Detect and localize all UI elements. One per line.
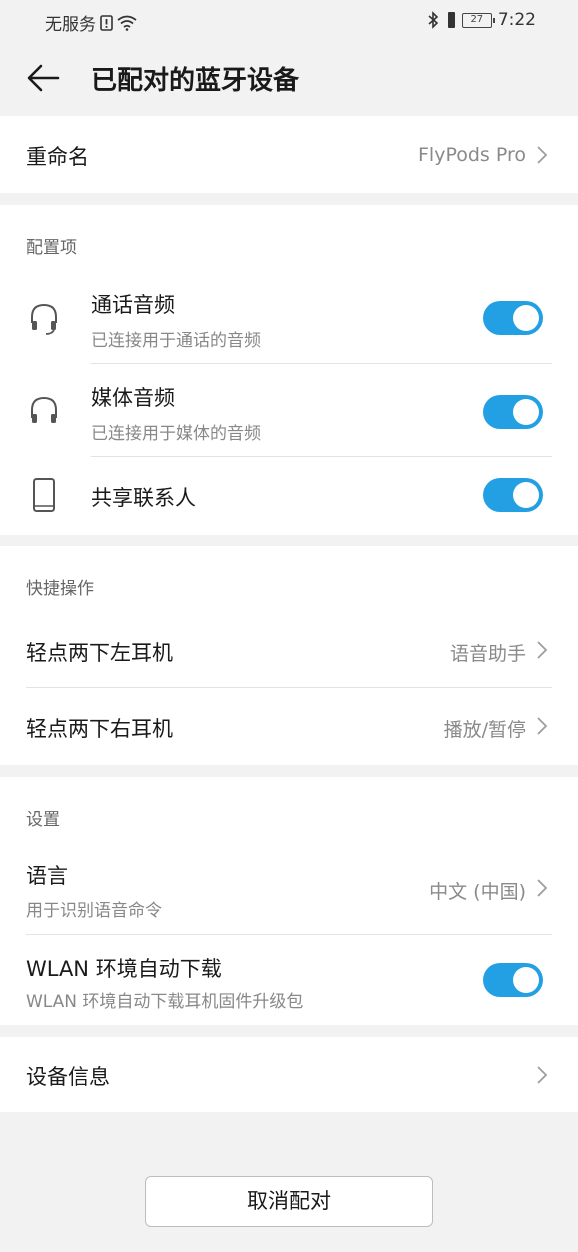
status-right: 27 7:22 bbox=[426, 10, 536, 30]
arrow-left-icon bbox=[27, 64, 60, 92]
left-earbud-title: 轻点两下左耳机 bbox=[26, 641, 173, 665]
section-label-shortcuts: 快捷操作 bbox=[26, 579, 94, 599]
rename-card: 重命名 FlyPods Pro bbox=[0, 116, 578, 193]
share-contacts-title: 共享联系人 bbox=[91, 486, 196, 510]
rename-row[interactable]: 重命名 FlyPods Pro bbox=[0, 116, 578, 193]
shortcuts-card: 快捷操作 轻点两下左耳机 语音助手 轻点两下右耳机 播放/暂停 bbox=[0, 546, 578, 765]
wlan-subtitle: WLAN 环境自动下载耳机固件升级包 bbox=[26, 992, 304, 1012]
device-info-label: 设备信息 bbox=[26, 1065, 110, 1089]
app-header: 已配对的蓝牙设备 bbox=[0, 40, 578, 116]
toggle-knob bbox=[513, 399, 539, 425]
share-contacts-toggle[interactable] bbox=[483, 478, 543, 512]
right-earbud-value: 播放/暂停 bbox=[443, 719, 526, 741]
toggle-knob bbox=[513, 305, 539, 331]
phone-icon bbox=[33, 478, 55, 512]
chevron-right-icon bbox=[537, 879, 548, 897]
headset-icon bbox=[31, 303, 57, 335]
call-audio-toggle[interactable] bbox=[483, 301, 543, 335]
headphones-icon bbox=[31, 396, 57, 423]
config-card: 配置项 通话音频 已连接用于通话的音频 媒体音频 已连接用于媒体的音频 共享联系… bbox=[0, 205, 578, 535]
right-earbud-double-tap-row[interactable]: 轻点两下右耳机 播放/暂停 bbox=[0, 688, 578, 765]
clock: 7:22 bbox=[497, 10, 536, 30]
section-label-settings: 设置 bbox=[26, 810, 60, 830]
call-audio-subtitle: 已连接用于通话的音频 bbox=[91, 331, 261, 351]
media-audio-title: 媒体音频 bbox=[91, 386, 175, 410]
wifi-icon bbox=[117, 15, 137, 31]
left-earbud-double-tap-row[interactable]: 轻点两下左耳机 语音助手 bbox=[0, 612, 578, 688]
device-info-row[interactable]: 设备信息 bbox=[0, 1037, 578, 1112]
share-contacts-row[interactable]: 共享联系人 bbox=[0, 457, 578, 535]
chevron-right-icon bbox=[537, 717, 548, 735]
toggle-knob bbox=[513, 482, 539, 508]
language-value: 中文 (中国) bbox=[429, 881, 526, 903]
call-audio-row[interactable]: 通话音频 已连接用于通话的音频 bbox=[0, 271, 578, 364]
language-row[interactable]: 语言 用于识别语音命令 中文 (中国) bbox=[0, 843, 578, 935]
bluetooth-icon bbox=[428, 11, 438, 29]
wlan-auto-download-row[interactable]: WLAN 环境自动下载 WLAN 环境自动下载耳机固件升级包 bbox=[0, 935, 578, 1025]
status-bar: 无服务 27 7:22 bbox=[0, 0, 578, 40]
sim-alert-icon bbox=[100, 14, 113, 31]
settings-card: 设置 语言 用于识别语音命令 中文 (中国) WLAN 环境自动下载 WLAN … bbox=[0, 777, 578, 1025]
language-title: 语言 bbox=[26, 864, 68, 888]
battery-indicator: 27 bbox=[461, 12, 495, 28]
status-left: 无服务 bbox=[45, 10, 137, 35]
chevron-right-icon bbox=[537, 1066, 548, 1084]
device-name-value: FlyPods Pro bbox=[418, 144, 526, 166]
media-audio-subtitle: 已连接用于媒体的音频 bbox=[91, 424, 261, 444]
call-audio-title: 通话音频 bbox=[91, 293, 175, 317]
carrier-text: 无服务 bbox=[45, 15, 96, 35]
chevron-right-icon bbox=[537, 641, 548, 659]
device-info-card: 设备信息 bbox=[0, 1037, 578, 1112]
toggle-knob bbox=[513, 967, 539, 993]
right-earbud-title: 轻点两下右耳机 bbox=[26, 717, 173, 741]
media-audio-toggle[interactable] bbox=[483, 395, 543, 429]
left-earbud-value: 语音助手 bbox=[449, 643, 526, 665]
wlan-auto-download-toggle[interactable] bbox=[483, 963, 543, 997]
rename-label: 重命名 bbox=[26, 145, 89, 169]
media-audio-row[interactable]: 媒体音频 已连接用于媒体的音频 bbox=[0, 364, 578, 457]
back-button[interactable] bbox=[24, 58, 64, 98]
vibrate-icon bbox=[447, 12, 455, 28]
wlan-title: WLAN 环境自动下载 bbox=[26, 957, 222, 981]
language-subtitle: 用于识别语音命令 bbox=[26, 901, 162, 921]
page-title: 已配对的蓝牙设备 bbox=[91, 66, 300, 96]
unpair-button[interactable]: 取消配对 bbox=[145, 1176, 433, 1227]
chevron-right-icon bbox=[537, 146, 548, 164]
section-label-config: 配置项 bbox=[26, 238, 77, 258]
